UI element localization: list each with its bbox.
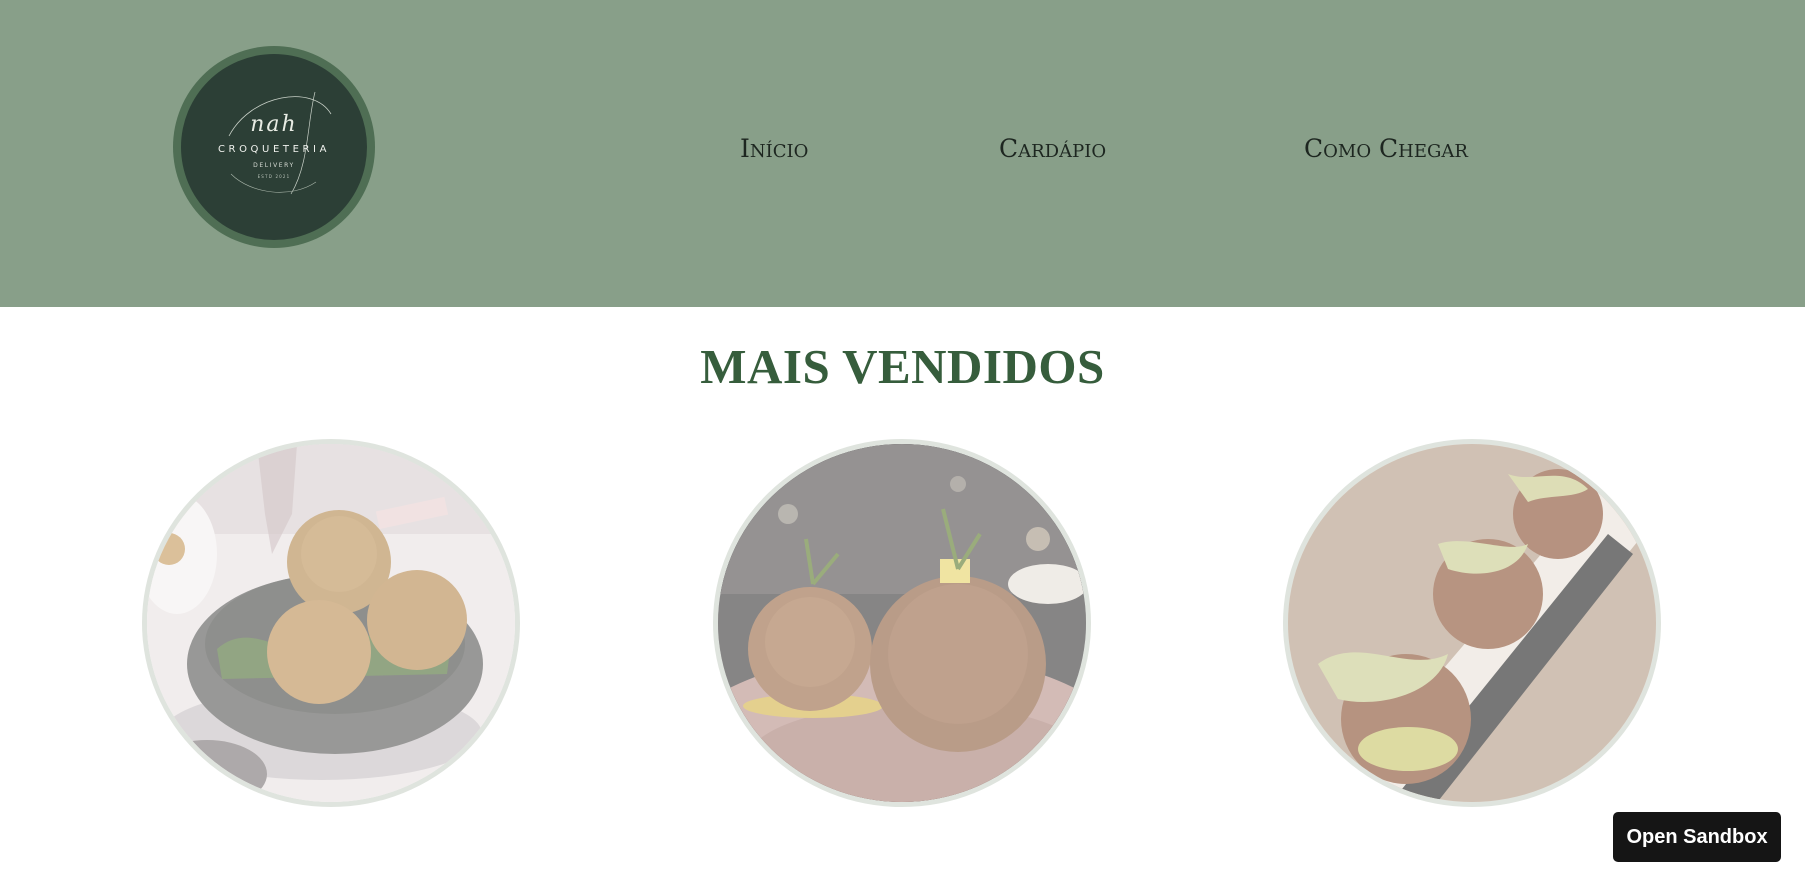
section-title: MAIS VENDIDOS <box>700 339 1105 394</box>
site-header: nah CROQUETERIA DELIVERY ESTD 2021 Iníci… <box>0 0 1805 307</box>
product-image-3[interactable] <box>1288 444 1656 802</box>
nav-link-como-chegar[interactable]: Como Chegar <box>1304 134 1468 163</box>
product-image-1[interactable] <box>147 444 515 802</box>
open-sandbox-button[interactable]: Open Sandbox <box>1613 812 1781 862</box>
logo-script: nah <box>250 112 298 137</box>
product-image-2[interactable] <box>718 444 1086 802</box>
nav-link-inicio[interactable]: Início <box>740 134 808 163</box>
logo-subtitle: DELIVERY <box>253 162 295 169</box>
logo-tagline: ESTD 2021 <box>257 174 291 179</box>
brand-logo[interactable]: nah CROQUETERIA DELIVERY ESTD 2021 <box>181 54 367 240</box>
logo-brand-text: CROQUETERIA <box>217 144 331 155</box>
nav-link-cardapio[interactable]: Cardápio <box>999 134 1106 163</box>
